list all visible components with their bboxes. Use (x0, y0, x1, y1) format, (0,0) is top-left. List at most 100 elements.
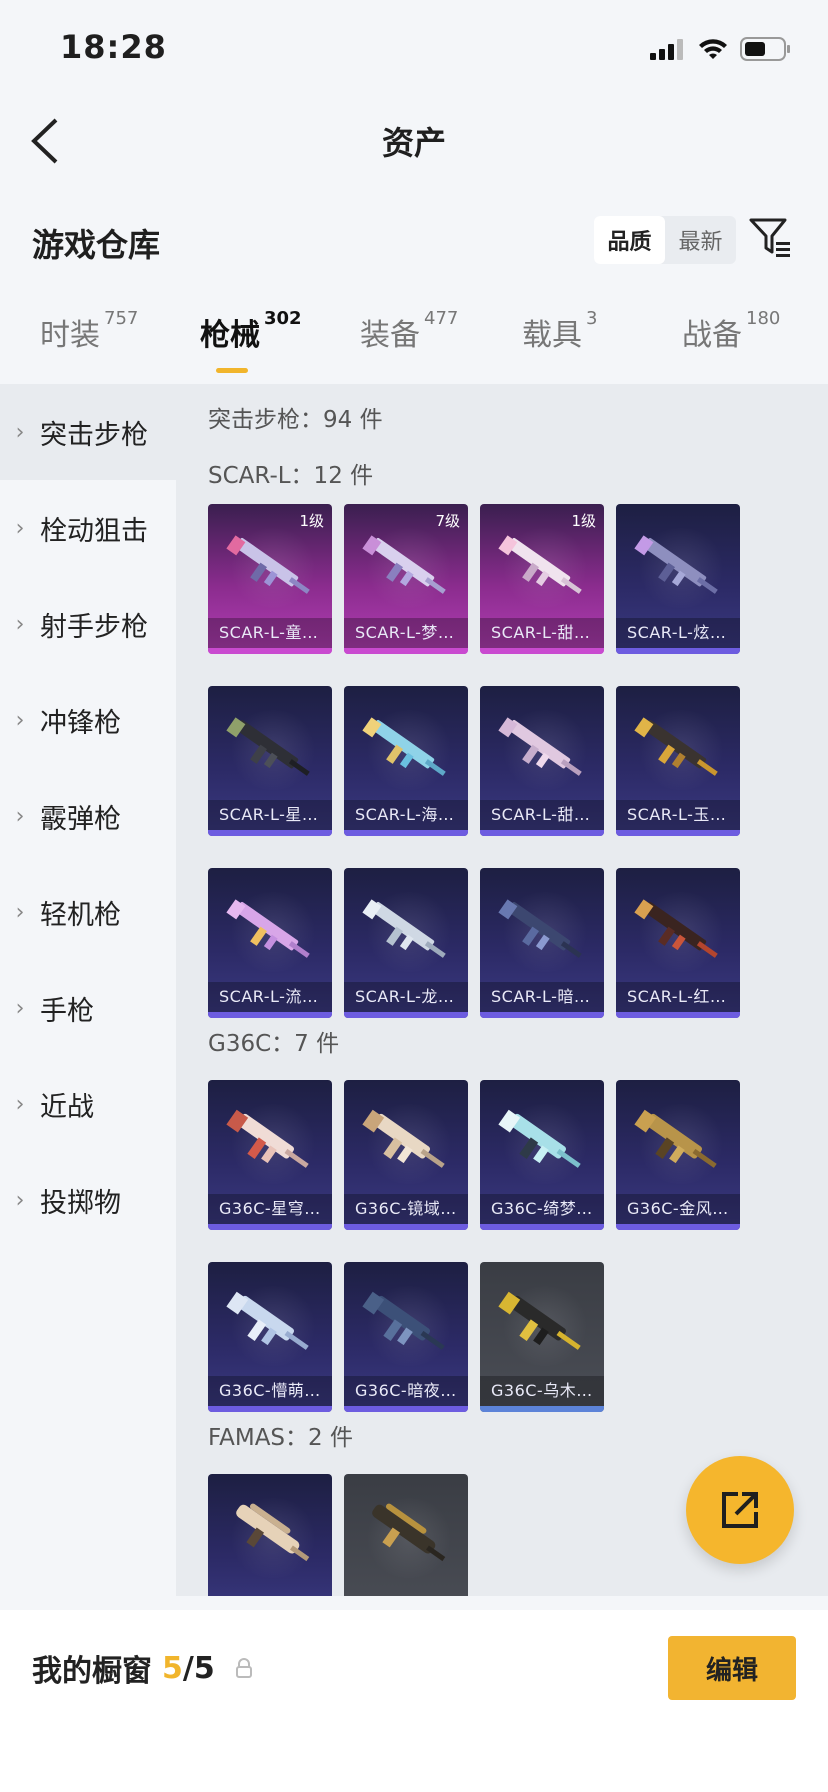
external-link-icon (722, 1492, 758, 1528)
signal-icon (650, 39, 683, 60)
weapon-card[interactable]: G36C-懵萌… (208, 1262, 332, 1412)
weapon-card[interactable]: G36C-镜域… (344, 1080, 468, 1230)
sidebar-item-assault-rifle[interactable]: › 突击步枪 (0, 384, 176, 480)
chevron-right-icon: › (15, 419, 25, 445)
sidebar-item-label: 射手步枪 (40, 611, 148, 643)
rifle-icon (634, 535, 718, 594)
sidebar-item-marksman-rifle[interactable]: › 射手步枪 (0, 576, 176, 672)
weapon-card[interactable]: G36C-乌木… (480, 1262, 604, 1412)
chevron-right-icon: › (15, 1187, 25, 1213)
rifle-icon (362, 535, 446, 594)
tab-count: 302 (264, 308, 302, 329)
weapon-card[interactable]: 7级 SCAR-L-梦… (344, 504, 468, 654)
weapon-card[interactable]: 1级 SCAR-L-童… (208, 504, 332, 654)
weapon-card[interactable]: SCAR-L-红… (616, 868, 740, 1018)
battery-icon (740, 37, 790, 61)
sidebar-item-shotgun[interactable]: › 霰弹枪 (0, 768, 176, 864)
rifle-icon (498, 1291, 581, 1350)
weapon-name: SCAR-L-梦… (344, 618, 468, 648)
tab-guns[interactable]: 枪械 302 (200, 308, 302, 354)
rarity-strip (616, 830, 740, 836)
sidebar-item-smg[interactable]: › 冲锋枪 (0, 672, 176, 768)
share-button[interactable] (686, 1456, 794, 1564)
weapon-name: SCAR-L-流… (208, 982, 332, 1012)
rarity-strip (344, 1224, 468, 1230)
weapon-name: SCAR-L-暗… (480, 982, 604, 1012)
weapon-card[interactable]: SCAR-L-玉… (616, 686, 740, 836)
sidebar-item-throwable[interactable]: › 投掷物 (0, 1152, 176, 1248)
rarity-strip (616, 1224, 740, 1230)
tab-label: 战备 (682, 318, 742, 353)
sidebar-item-label: 轻机枪 (40, 899, 121, 931)
rifle-icon (498, 1109, 581, 1168)
tab-label: 载具 (522, 318, 582, 353)
sidebar-item-label: 投掷物 (40, 1187, 121, 1219)
tab-vehicles[interactable]: 载具 3 (522, 308, 597, 354)
chevron-right-icon: › (15, 515, 25, 541)
weapon-name: SCAR-L-甜… (480, 800, 604, 830)
sort-toggle: 品质 最新 (594, 216, 736, 264)
weapon-card[interactable]: SCAR-L-龙… (344, 868, 468, 1018)
weapon-name: G36C-乌木… (480, 1376, 604, 1406)
tab-fashion[interactable]: 时装 757 (40, 308, 138, 354)
rifle-icon (634, 717, 718, 776)
sidebar-item-label: 霰弹枪 (40, 803, 121, 835)
sort-by-newest[interactable]: 最新 (665, 216, 736, 264)
rarity-strip (616, 1012, 740, 1018)
group-label-g36c: G36C：7 件 (208, 1031, 340, 1057)
chevron-right-icon: › (15, 611, 25, 637)
rifle-icon (226, 717, 310, 776)
weapon-level: 1级 (299, 512, 324, 530)
weapon-card[interactable]: SCAR-L-海… (344, 686, 468, 836)
rifle-icon (372, 1503, 446, 1562)
weapon-name: G36C-星穹… (208, 1194, 332, 1224)
weapon-name: G36C-暗夜… (344, 1376, 468, 1406)
weapon-card[interactable]: SCAR-L-星… (208, 686, 332, 836)
weapon-card[interactable] (208, 1474, 332, 1596)
weapon-card[interactable]: G36C-金风… (616, 1080, 740, 1230)
tab-count: 180 (746, 308, 781, 329)
weapon-name: G36C-金风… (616, 1194, 740, 1224)
weapon-name: SCAR-L-龙… (344, 982, 468, 1012)
tab-gear[interactable]: 战备 180 (682, 308, 781, 354)
lock-icon (235, 1658, 252, 1678)
weapon-card[interactable]: G36C-绮梦… (480, 1080, 604, 1230)
weapon-card[interactable]: SCAR-L-炫… (616, 504, 740, 654)
rarity-strip (208, 1224, 332, 1230)
weapon-card[interactable]: 1级 SCAR-L-甜… (480, 504, 604, 654)
weapon-card[interactable] (344, 1474, 468, 1596)
weapon-card[interactable]: SCAR-L-暗… (480, 868, 604, 1018)
tab-equipment[interactable]: 装备 477 (360, 308, 458, 354)
weapon-card[interactable]: SCAR-L-流… (208, 868, 332, 1018)
showcase-total: /5 (182, 1650, 215, 1686)
chevron-right-icon: › (15, 899, 25, 925)
rifle-icon (362, 717, 446, 776)
sidebar-item-pistol[interactable]: › 手枪 (0, 960, 176, 1056)
sidebar-item-bolt-sniper[interactable]: › 栓动狙击 (0, 480, 176, 576)
sidebar-item-label: 近战 (40, 1091, 94, 1123)
weapon-card[interactable]: G36C-星穹… (208, 1080, 332, 1230)
weapon-name: SCAR-L-玉… (616, 800, 740, 830)
sidebar-item-melee[interactable]: › 近战 (0, 1056, 176, 1152)
rifle-icon (236, 1503, 310, 1562)
weapon-name: SCAR-L-星… (208, 800, 332, 830)
sidebar-item-lmg[interactable]: › 轻机枪 (0, 864, 176, 960)
sort-by-quality[interactable]: 品质 (594, 216, 665, 264)
weapon-name: G36C-镜域… (344, 1194, 468, 1224)
rifle-icon (498, 717, 582, 776)
rifle-icon (362, 1291, 445, 1350)
weapon-name: SCAR-L-童… (208, 618, 332, 648)
rifle-icon (362, 1109, 445, 1168)
section-title: 游戏仓库 (32, 226, 161, 264)
edit-button[interactable]: 编辑 (668, 1636, 796, 1700)
rarity-strip (480, 1012, 604, 1018)
tab-label: 装备 (360, 318, 420, 353)
rarity-strip (344, 1406, 468, 1412)
weapon-card[interactable]: G36C-暗夜… (344, 1262, 468, 1412)
weapon-name: SCAR-L-红… (616, 982, 740, 1012)
sidebar-item-label: 栓动狙击 (40, 515, 148, 547)
filter-icon[interactable] (748, 216, 792, 260)
weapon-card[interactable]: SCAR-L-甜… (480, 686, 604, 836)
rifle-icon (226, 1291, 309, 1350)
rarity-strip (208, 1406, 332, 1412)
